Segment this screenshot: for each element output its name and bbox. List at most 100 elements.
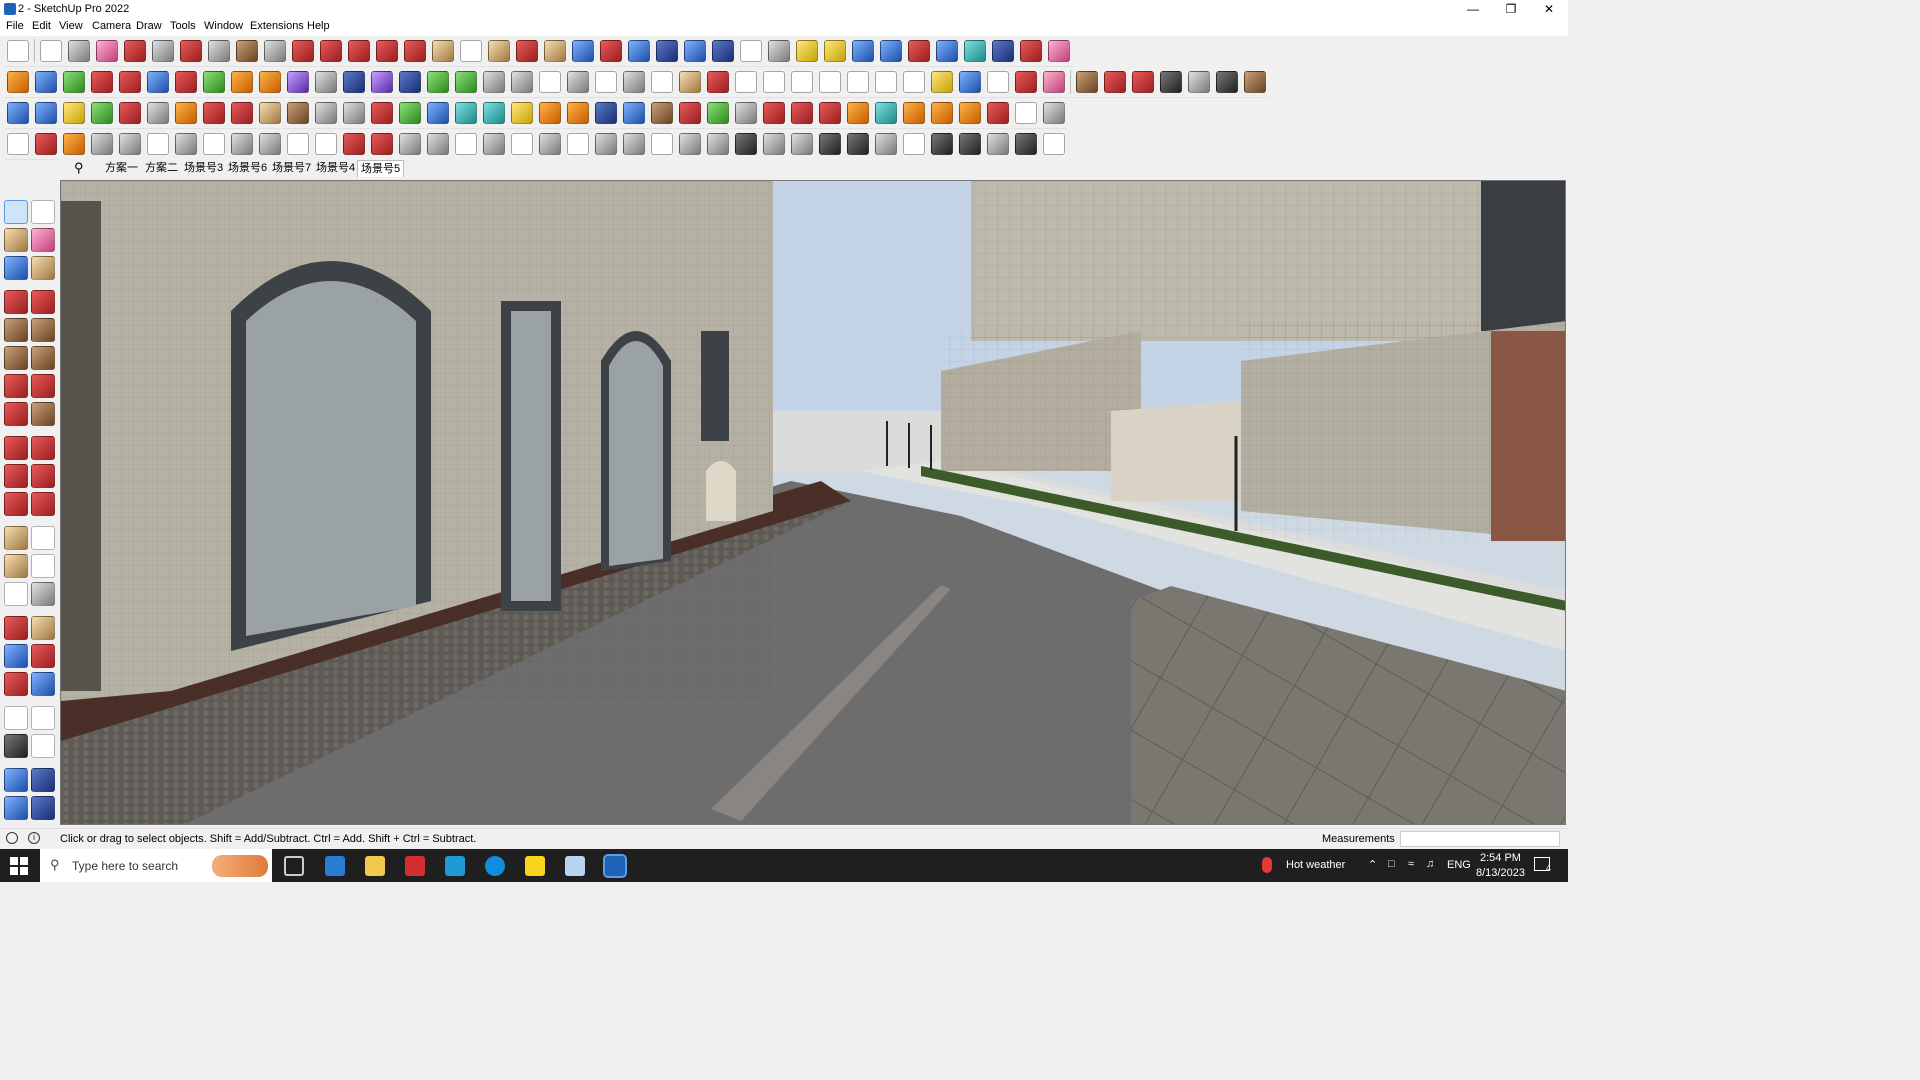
eraser-tool-icon[interactable] — [31, 228, 55, 252]
make-component-icon[interactable] — [4, 256, 28, 280]
plugin-row3-f-icon[interactable] — [315, 102, 337, 124]
row4-tool-05-icon[interactable] — [119, 133, 141, 155]
menu-help[interactable]: Help — [307, 20, 330, 32]
task-view-icon[interactable] — [284, 856, 304, 876]
solid-icon[interactable] — [63, 71, 85, 93]
volume-icon[interactable]: ♫ — [1426, 858, 1434, 870]
move-tool-icon[interactable] — [4, 436, 28, 460]
plugin-row3-k-icon[interactable] — [455, 102, 477, 124]
layer-e-icon[interactable] — [119, 102, 141, 124]
row4-tool-04-icon[interactable] — [91, 133, 113, 155]
walk-tool-icon[interactable] — [4, 734, 28, 758]
account-dropdown-icon[interactable] — [768, 40, 790, 62]
arc-tool-icon[interactable] — [4, 374, 28, 398]
shape-f-icon[interactable] — [875, 71, 897, 93]
row4-tool-23-icon[interactable] — [623, 133, 645, 155]
row4-tool-14-icon[interactable] — [371, 133, 393, 155]
row4-tool-26-icon[interactable] — [707, 133, 729, 155]
row4-tool-03-icon[interactable] — [63, 133, 85, 155]
row4-tool-20-icon[interactable] — [539, 133, 561, 155]
plugin-row3-b-icon[interactable] — [203, 102, 225, 124]
plugin-row3-d-icon[interactable] — [259, 102, 281, 124]
soften-edges-icon[interactable] — [315, 71, 337, 93]
plugin-row3-p-icon[interactable] — [595, 102, 617, 124]
plugin-f-icon[interactable] — [936, 40, 958, 62]
calculator-app-icon[interactable] — [325, 856, 345, 876]
search-icon[interactable] — [7, 40, 29, 62]
plugin-row2-p-icon[interactable] — [1160, 71, 1182, 93]
plugin-row3-l-icon[interactable] — [483, 102, 505, 124]
row4-tool-37-icon[interactable] — [1015, 133, 1037, 155]
row4-tool-09-icon[interactable] — [231, 133, 253, 155]
push-pull-icon[interactable] — [292, 40, 314, 62]
view-iso-icon[interactable] — [483, 71, 505, 93]
plugin-row3-z-icon[interactable] — [875, 102, 897, 124]
plugin-d-icon[interactable] — [880, 40, 902, 62]
look-around-icon[interactable] — [31, 706, 55, 730]
warehouse-tool-icon[interactable] — [4, 768, 28, 792]
thermometer-icon[interactable] — [1262, 857, 1272, 873]
follow-me-tool-icon[interactable] — [31, 464, 55, 488]
shape-i-icon[interactable] — [959, 71, 981, 93]
sandbox-b-icon[interactable] — [455, 71, 477, 93]
close-button[interactable]: ✕ — [1530, 0, 1568, 18]
section-cut-icon[interactable] — [371, 71, 393, 93]
plugin-row2-j-icon[interactable] — [707, 71, 729, 93]
plugin-row3-ac-icon[interactable] — [1043, 102, 1065, 124]
menu-draw[interactable]: Draw — [136, 20, 162, 32]
plugin-row3-q-icon[interactable] — [623, 102, 645, 124]
plugin-row3-y-icon[interactable] — [847, 102, 869, 124]
plugin-row2-b-icon[interactable] — [119, 71, 141, 93]
info-icon[interactable]: i — [28, 832, 40, 844]
plugin-row2-k-icon[interactable] — [1015, 71, 1037, 93]
plugin-row3-x-icon[interactable] — [819, 102, 841, 124]
select-dropdown-icon[interactable] — [68, 40, 90, 62]
shape-h-icon[interactable] — [931, 71, 953, 93]
plugin-row2-a-icon[interactable] — [91, 71, 113, 93]
app-3-icon[interactable] — [445, 856, 465, 876]
plugin-row3-o-icon[interactable] — [567, 102, 589, 124]
plugin-row3-g-icon[interactable] — [343, 102, 365, 124]
plugin-row3-ab-icon[interactable] — [1015, 102, 1037, 124]
plugin-row3-c-icon[interactable] — [231, 102, 253, 124]
plugin-row2-f-icon[interactable] — [231, 71, 253, 93]
plugin-row3-i-icon[interactable] — [399, 102, 421, 124]
edge-browser-icon[interactable] — [485, 856, 505, 876]
plugin-row3-u-icon[interactable] — [735, 102, 757, 124]
geo-location-icon[interactable] — [6, 832, 18, 844]
orbit-icon[interactable] — [516, 40, 538, 62]
model-viewport[interactable] — [60, 180, 1566, 825]
menu-view[interactable]: View — [59, 20, 83, 32]
shape-g-icon[interactable] — [903, 71, 925, 93]
view-top-icon[interactable] — [511, 71, 533, 93]
select-tool-icon[interactable] — [40, 40, 62, 62]
layer-d-icon[interactable] — [91, 102, 113, 124]
row4-tool-34-icon[interactable] — [931, 133, 953, 155]
layout-tool-icon[interactable] — [4, 796, 28, 820]
plugin-g-icon[interactable] — [964, 40, 986, 62]
clock-time[interactable]: 2:54 PM — [1480, 852, 1521, 864]
extension-warehouse-tool-icon[interactable] — [31, 768, 55, 792]
style-dropdown-icon[interactable] — [651, 71, 673, 93]
paint-bucket-icon[interactable] — [488, 40, 510, 62]
row4-tool-19-icon[interactable] — [511, 133, 533, 155]
sketchup-taskbar-icon[interactable] — [603, 854, 627, 878]
menu-edit[interactable]: Edit — [32, 20, 51, 32]
previous-view-icon[interactable] — [31, 672, 55, 696]
two-point-arc-icon[interactable] — [31, 374, 55, 398]
view-right-icon[interactable] — [567, 71, 589, 93]
plugin-row3-h-icon[interactable] — [371, 102, 393, 124]
orbit-tool-icon[interactable] — [4, 616, 28, 640]
plugin-a-icon[interactable] — [796, 40, 818, 62]
row4-tool-25-icon[interactable] — [679, 133, 701, 155]
sandbox-a-icon[interactable] — [427, 71, 449, 93]
row4-tool-17-icon[interactable] — [455, 133, 477, 155]
plugin-row3-m-icon[interactable] — [511, 102, 533, 124]
scene-tab-2[interactable]: 方案二 — [142, 160, 181, 176]
warehouse-icon[interactable] — [628, 40, 650, 62]
paint-bucket-tool-icon[interactable] — [4, 228, 28, 252]
windows-start-icon[interactable] — [10, 857, 28, 875]
circle-tool-icon[interactable] — [4, 346, 28, 370]
tape-measure-tool-icon[interactable] — [4, 526, 28, 550]
extension-manager-tool-icon[interactable] — [31, 796, 55, 820]
